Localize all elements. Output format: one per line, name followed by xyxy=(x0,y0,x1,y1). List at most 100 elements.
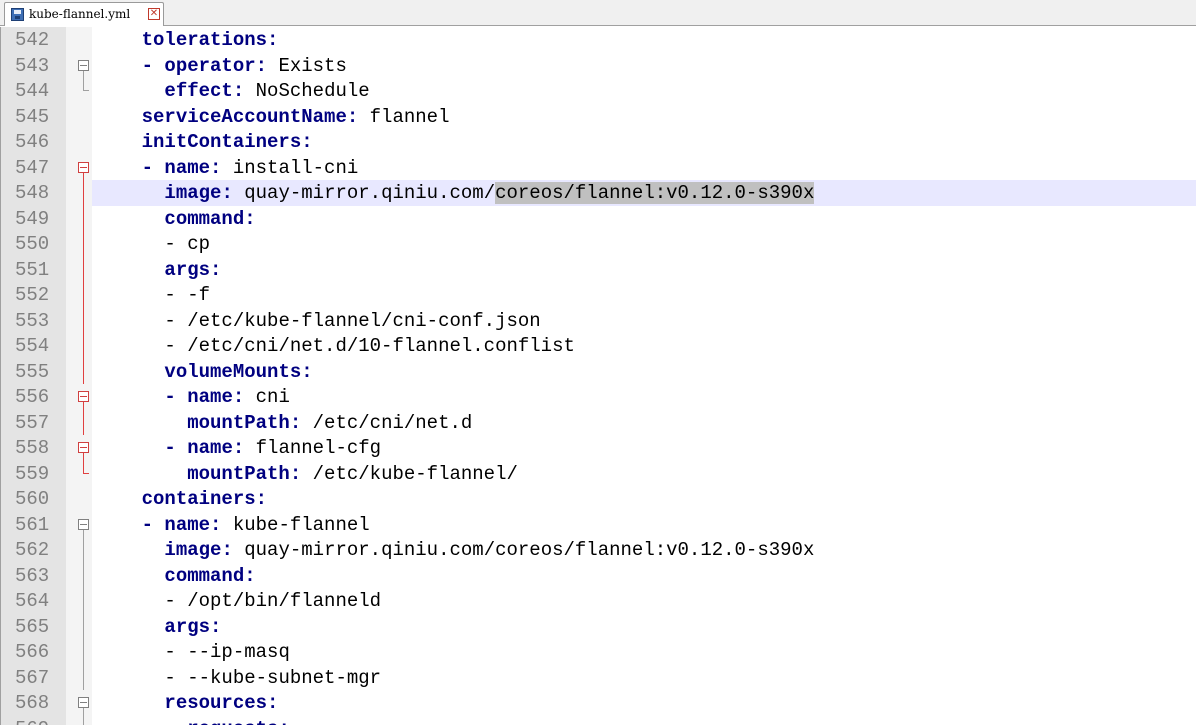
line-number: 545 xyxy=(15,105,50,128)
fold-toggle-icon[interactable] xyxy=(78,518,89,530)
tab-kube-flannel-yml[interactable]: kube-flannel.yml ✕ xyxy=(4,2,164,26)
fold-guide xyxy=(83,562,84,588)
code-line[interactable]: 568 resources: xyxy=(1,690,1196,716)
code-text: args: xyxy=(96,615,221,639)
yaml-value: cni xyxy=(255,386,290,408)
line-number: 567 xyxy=(15,666,50,689)
yaml-key: requests xyxy=(187,718,278,725)
code-line[interactable]: 557 mountPath: /etc/cni/net.d xyxy=(1,409,1196,435)
save-icon xyxy=(11,8,24,21)
code-line[interactable]: 563 command: xyxy=(1,562,1196,588)
code-line[interactable]: 543 - operator: Exists xyxy=(1,53,1196,79)
code-text: effect: NoSchedule xyxy=(96,79,369,103)
code-line[interactable]: 553 - /etc/kube-flannel/cni-conf.json xyxy=(1,307,1196,333)
fold-toggle-icon[interactable] xyxy=(78,59,89,71)
code-line[interactable]: 567 - --kube-subnet-mgr xyxy=(1,664,1196,690)
code-line[interactable]: 554 - /etc/cni/net.d/10-flannel.conflist xyxy=(1,333,1196,359)
code-line[interactable]: 544 effect: NoSchedule xyxy=(1,78,1196,104)
code-line[interactable]: 561 - name: kube-flannel xyxy=(1,512,1196,538)
fold-guide xyxy=(83,180,84,206)
line-number: 565 xyxy=(15,615,50,638)
yaml-key: image xyxy=(164,182,222,204)
yaml-colon: : xyxy=(244,207,256,230)
yaml-key: resources xyxy=(164,692,268,714)
line-number: 562 xyxy=(15,539,50,561)
yaml-value: - cp xyxy=(164,233,211,255)
line-number: 558 xyxy=(15,437,50,459)
line-number: 544 xyxy=(15,80,50,102)
yaml-value: install-cni xyxy=(232,156,359,179)
code-text: - -f xyxy=(96,283,210,307)
code-line[interactable]: 555 volumeMounts: xyxy=(1,358,1196,384)
code-line[interactable]: 559 mountPath: /etc/kube-flannel/ xyxy=(1,460,1196,487)
yaml-key: operator xyxy=(164,54,256,77)
code-line[interactable]: 549 command: xyxy=(1,205,1196,231)
line-number: 549 xyxy=(15,207,50,230)
code-line[interactable]: 547 - name: install-cni xyxy=(1,155,1196,181)
yaml-key: initContainers xyxy=(141,131,302,153)
yaml-colon: : xyxy=(210,258,222,281)
code-text: args: xyxy=(96,258,221,282)
code-line[interactable]: 548 image: quay-mirror.qiniu.com/coreos/… xyxy=(1,180,1196,206)
yaml-colon: : xyxy=(210,156,233,179)
yaml-colon: : xyxy=(278,718,289,725)
code-text: initContainers: xyxy=(96,130,313,154)
fold-guide xyxy=(83,205,84,231)
line-number: 551 xyxy=(15,258,50,281)
tab-filename: kube-flannel.yml xyxy=(29,7,131,21)
fold-guide xyxy=(83,358,84,384)
yaml-value: quay-mirror.qiniu.com/coreos/flannel:v0.… xyxy=(244,539,815,561)
code-line[interactable]: 556 - name: cni xyxy=(1,384,1196,410)
code-line[interactable]: 560 containers: xyxy=(1,486,1196,512)
fold-guide xyxy=(83,664,84,690)
fold-toggle-icon[interactable] xyxy=(78,442,89,453)
yaml-value: - --ip-masq xyxy=(164,641,290,663)
yaml-key: name xyxy=(164,513,211,536)
code-line[interactable]: 565 args: xyxy=(1,613,1196,639)
line-number: 542 xyxy=(15,29,50,51)
yaml-dash: - xyxy=(164,386,188,408)
yaml-key: image xyxy=(164,539,222,561)
code-line[interactable]: 558 - name: flannel-cfg xyxy=(1,435,1196,461)
fold-toggle-icon[interactable] xyxy=(78,161,89,173)
code-line[interactable]: 562 image: quay-mirror.qiniu.com/coreos/… xyxy=(1,537,1196,563)
code-text: requests: xyxy=(96,717,290,725)
line-number: 559 xyxy=(15,462,50,485)
yaml-colon: : xyxy=(255,54,279,77)
fold-guide xyxy=(83,537,84,563)
code-line[interactable]: 542 tolerations: xyxy=(1,27,1196,53)
code-editor[interactable]: 542 tolerations: 543 - operator: Exists 54… xyxy=(0,27,1196,725)
code-line[interactable]: 552 - -f xyxy=(1,282,1196,308)
code-line[interactable]: 569 requests: xyxy=(1,715,1196,725)
selected-text: coreos/flannel:v0.12.0-s390x xyxy=(495,182,815,204)
yaml-value: Exists xyxy=(278,54,347,77)
code-text: - name: flannel-cfg xyxy=(96,436,381,460)
fold-toggle-icon[interactable] xyxy=(78,697,89,708)
yaml-colon: : xyxy=(232,386,256,408)
fold-toggle-icon[interactable] xyxy=(78,391,89,402)
fold-guide xyxy=(83,639,84,665)
code-line[interactable]: 566 - --ip-masq xyxy=(1,639,1196,665)
code-line[interactable]: 546 initContainers: xyxy=(1,129,1196,155)
code-text: image: quay-mirror.qiniu.com/coreos/flan… xyxy=(96,538,814,562)
code-line[interactable]: 564 - /opt/bin/flanneld xyxy=(1,588,1196,614)
code-line[interactable]: 550 - cp xyxy=(1,231,1196,257)
code-text: - name: kube-flannel xyxy=(96,513,370,537)
code-text: containers: xyxy=(96,487,267,511)
yaml-value: - -f xyxy=(164,284,211,306)
code-line[interactable]: 545 serviceAccountName: flannel xyxy=(1,104,1196,130)
line-number: 563 xyxy=(15,564,50,587)
line-number: 560 xyxy=(15,488,50,510)
yaml-key: effect xyxy=(164,80,233,102)
code-line[interactable]: 551 args: xyxy=(1,256,1196,282)
close-icon[interactable]: ✕ xyxy=(148,8,160,20)
